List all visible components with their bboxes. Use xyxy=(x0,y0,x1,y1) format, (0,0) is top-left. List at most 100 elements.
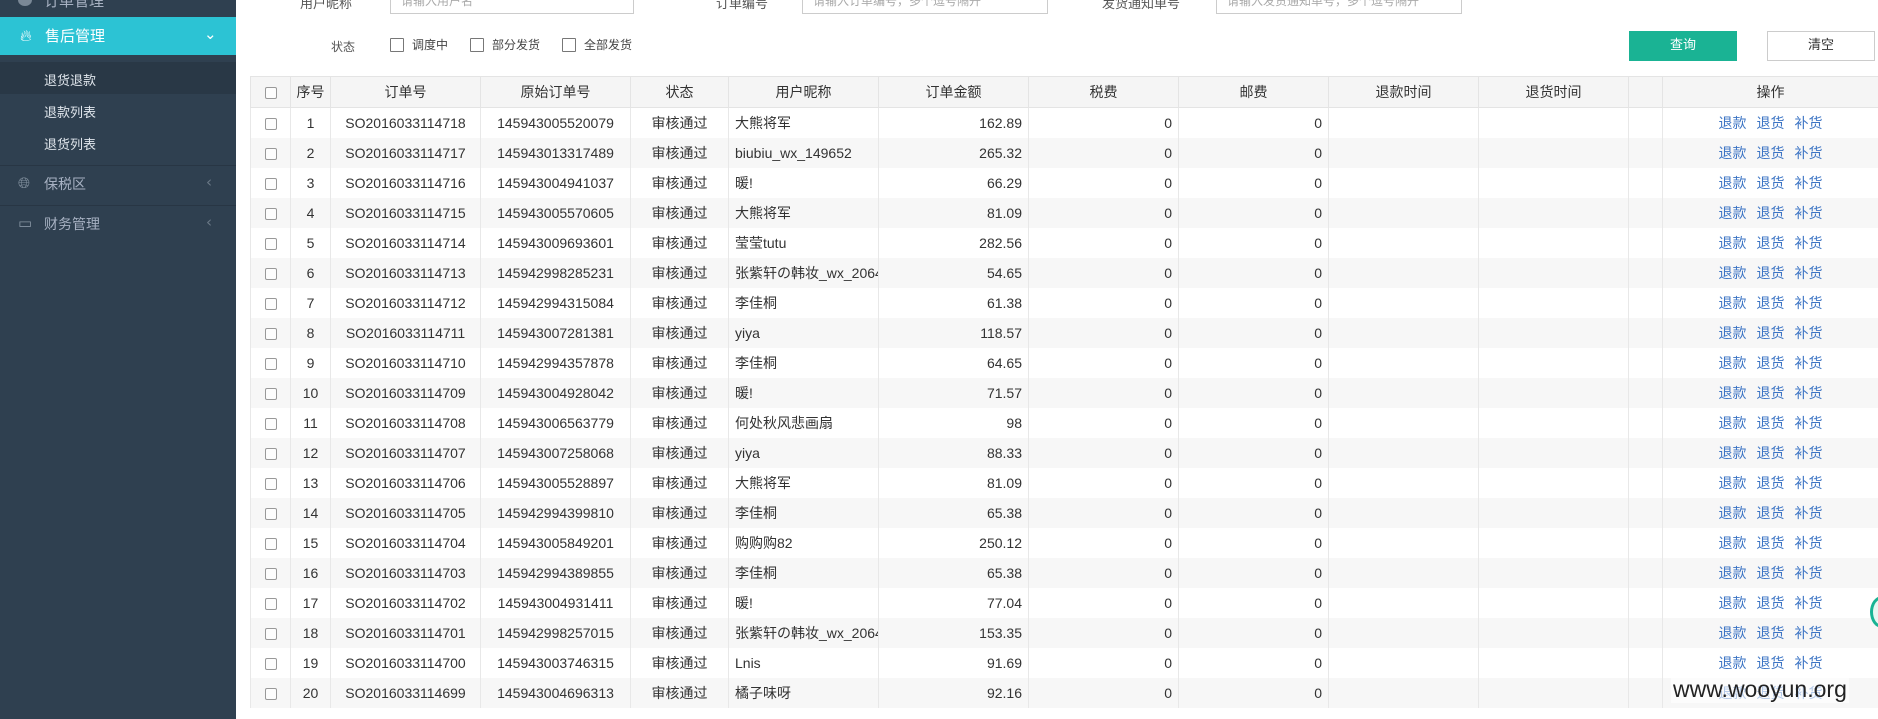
row-select-cell[interactable] xyxy=(250,348,291,378)
row-select-cell[interactable] xyxy=(250,528,291,558)
row-checkbox[interactable] xyxy=(264,148,277,161)
sidebar-item-after-sales[interactable]: 🔥︎ 售后管理 ⌄ xyxy=(0,17,236,55)
row-checkbox[interactable] xyxy=(264,448,277,461)
row-checkbox[interactable] xyxy=(264,418,277,431)
sidebar-subitem-refund-list[interactable]: 退款列表 xyxy=(0,94,236,126)
refund-link[interactable]: 退款 xyxy=(1719,205,1747,221)
row-checkbox[interactable] xyxy=(264,628,277,641)
reship-link[interactable]: 补货 xyxy=(1795,625,1823,641)
row-checkbox[interactable] xyxy=(264,388,277,401)
row-checkbox[interactable] xyxy=(264,238,277,251)
nickname-input[interactable]: 请输入用户名 xyxy=(390,0,634,14)
row-select-cell[interactable] xyxy=(250,648,291,678)
return-link[interactable]: 退货 xyxy=(1757,445,1785,461)
row-checkbox[interactable] xyxy=(264,538,277,551)
reship-link[interactable]: 补货 xyxy=(1795,475,1823,491)
refund-link[interactable]: 退款 xyxy=(1719,355,1747,371)
row-checkbox[interactable] xyxy=(264,268,277,281)
reship-link[interactable]: 补货 xyxy=(1795,565,1823,581)
refund-link[interactable]: 退款 xyxy=(1719,235,1747,251)
clear-button[interactable]: 清空 xyxy=(1767,31,1875,61)
checkbox[interactable] xyxy=(390,37,404,52)
reship-link[interactable]: 补货 xyxy=(1795,415,1823,431)
row-select-cell[interactable] xyxy=(250,107,291,138)
status-checkbox-full[interactable]: 全部发货 xyxy=(562,36,632,53)
row-checkbox[interactable] xyxy=(264,118,277,131)
reship-link[interactable]: 补货 xyxy=(1795,175,1823,191)
reship-link[interactable]: 补货 xyxy=(1795,595,1823,611)
return-link[interactable]: 退货 xyxy=(1757,475,1785,491)
row-select-cell[interactable] xyxy=(250,318,291,348)
row-checkbox[interactable] xyxy=(264,178,277,191)
sidebar-subitem-return-refund[interactable]: 退货退款 xyxy=(0,62,236,94)
refund-link[interactable]: 退款 xyxy=(1719,505,1747,521)
row-checkbox[interactable] xyxy=(264,508,277,521)
reship-link[interactable]: 补货 xyxy=(1795,355,1823,371)
refund-link[interactable]: 退款 xyxy=(1719,445,1747,461)
checkbox[interactable] xyxy=(562,37,576,52)
return-link[interactable]: 退货 xyxy=(1757,145,1785,161)
return-link[interactable]: 退货 xyxy=(1757,205,1785,221)
refund-link[interactable]: 退款 xyxy=(1719,115,1747,131)
return-link[interactable]: 退货 xyxy=(1757,355,1785,371)
row-checkbox[interactable] xyxy=(264,598,277,611)
row-select-cell[interactable] xyxy=(250,558,291,588)
reship-link[interactable]: 补货 xyxy=(1795,295,1823,311)
refund-link[interactable]: 退款 xyxy=(1719,175,1747,191)
reship-link[interactable]: 补货 xyxy=(1795,145,1823,161)
reship-link[interactable]: 补货 xyxy=(1795,655,1823,671)
sidebar-item-finance[interactable]: ▭ 财务管理 ‹ xyxy=(0,205,236,240)
row-select-cell[interactable] xyxy=(250,438,291,468)
status-checkbox-partial[interactable]: 部分发货 xyxy=(470,36,540,53)
query-button[interactable]: 查询 xyxy=(1629,31,1737,61)
row-select-cell[interactable] xyxy=(250,378,291,408)
refund-link[interactable]: 退款 xyxy=(1719,565,1747,581)
row-select-cell[interactable] xyxy=(250,258,291,288)
refund-link[interactable]: 退款 xyxy=(1719,265,1747,281)
sidebar-subitem-return-list[interactable]: 退货列表 xyxy=(0,126,236,158)
select-all-checkbox[interactable] xyxy=(264,87,277,100)
return-link[interactable]: 退货 xyxy=(1757,385,1785,401)
row-select-cell[interactable] xyxy=(250,498,291,528)
reship-link[interactable]: 补货 xyxy=(1795,535,1823,551)
row-select-cell[interactable] xyxy=(250,468,291,498)
status-checkbox-dispatching[interactable]: 调度中 xyxy=(390,36,448,53)
row-select-cell[interactable] xyxy=(250,678,291,708)
return-link[interactable]: 退货 xyxy=(1757,415,1785,431)
reship-link[interactable]: 补货 xyxy=(1795,325,1823,341)
reship-link[interactable]: 补货 xyxy=(1795,385,1823,401)
sidebar-item-order-management[interactable]: 订单管理 xyxy=(0,0,236,14)
row-checkbox[interactable] xyxy=(264,358,277,371)
refund-link[interactable]: 退款 xyxy=(1719,655,1747,671)
row-select-cell[interactable] xyxy=(250,588,291,618)
row-checkbox[interactable] xyxy=(264,328,277,341)
refund-link[interactable]: 退款 xyxy=(1719,625,1747,641)
row-select-cell[interactable] xyxy=(250,228,291,258)
return-link[interactable]: 退货 xyxy=(1757,625,1785,641)
row-select-cell[interactable] xyxy=(250,198,291,228)
return-link[interactable]: 退货 xyxy=(1757,325,1785,341)
reship-link[interactable]: 补货 xyxy=(1795,115,1823,131)
refund-link[interactable]: 退款 xyxy=(1719,385,1747,401)
return-link[interactable]: 退货 xyxy=(1757,655,1785,671)
refund-link[interactable]: 退款 xyxy=(1719,295,1747,311)
reship-link[interactable]: 补货 xyxy=(1795,205,1823,221)
order-number-input[interactable]: 请输入订单编号，多个逗号隔开 xyxy=(802,0,1048,14)
select-all-header[interactable] xyxy=(250,76,291,108)
refund-link[interactable]: 退款 xyxy=(1719,415,1747,431)
return-link[interactable]: 退货 xyxy=(1757,595,1785,611)
row-select-cell[interactable] xyxy=(250,168,291,198)
row-checkbox[interactable] xyxy=(264,298,277,311)
return-link[interactable]: 退货 xyxy=(1757,295,1785,311)
shipping-notice-input[interactable]: 请输入发货通知单号，多个逗号隔开 xyxy=(1216,0,1462,14)
return-link[interactable]: 退货 xyxy=(1757,535,1785,551)
row-checkbox[interactable] xyxy=(264,208,277,221)
row-select-cell[interactable] xyxy=(250,138,291,168)
reship-link[interactable]: 补货 xyxy=(1795,265,1823,281)
row-checkbox[interactable] xyxy=(264,688,277,701)
return-link[interactable]: 退货 xyxy=(1757,565,1785,581)
return-link[interactable]: 退货 xyxy=(1757,265,1785,281)
row-select-cell[interactable] xyxy=(250,408,291,438)
refund-link[interactable]: 退款 xyxy=(1719,325,1747,341)
row-select-cell[interactable] xyxy=(250,618,291,648)
